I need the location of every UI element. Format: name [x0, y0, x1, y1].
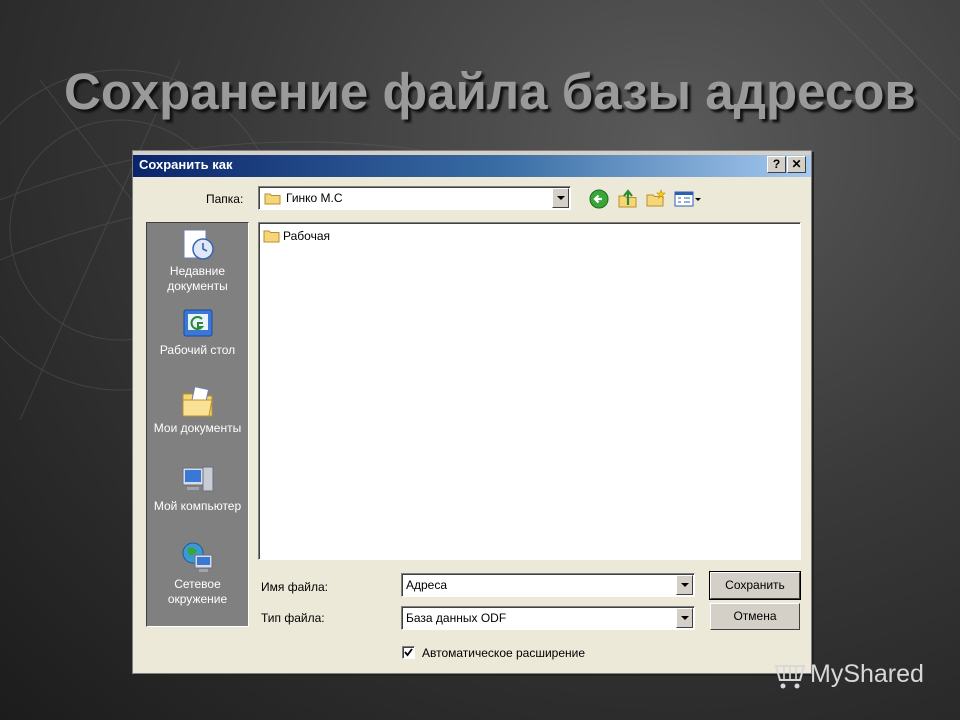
- folder-value: Гинко М.С: [286, 191, 343, 205]
- help-button[interactable]: ?: [767, 156, 786, 173]
- place-label: Недавние документы: [167, 264, 228, 293]
- place-recent-documents[interactable]: Недавние документы: [147, 228, 248, 294]
- dialog-titlebar[interactable]: Сохранить как ? ✕: [133, 151, 811, 177]
- place-my-documents[interactable]: Мои документы: [147, 385, 248, 436]
- back-icon[interactable]: [588, 188, 610, 210]
- checkmark-icon: [404, 648, 413, 657]
- auto-extension-label: Автоматическое расширение: [422, 646, 586, 660]
- my-computer-icon: [182, 466, 213, 492]
- place-my-computer[interactable]: Мой компьютер: [147, 463, 248, 514]
- place-desktop[interactable]: Рабочий стол: [147, 307, 248, 358]
- place-label: Рабочий стол: [159, 343, 236, 357]
- view-menu-icon[interactable]: [673, 188, 703, 210]
- chevron-down-icon[interactable]: [552, 188, 569, 208]
- file-name: Рабочая: [283, 229, 330, 243]
- place-label: Мои документы: [153, 421, 242, 435]
- file-list[interactable]: Рабочая: [258, 222, 801, 560]
- filename-value: Адреса: [406, 578, 448, 592]
- chevron-down-icon[interactable]: [676, 608, 693, 628]
- watermark: MyShared: [770, 656, 924, 692]
- auto-extension-checkbox[interactable]: [402, 646, 415, 659]
- place-label: Сетевое окружение: [167, 577, 228, 606]
- slide-title: Сохранение файла базы адресов: [64, 63, 916, 120]
- close-button[interactable]: ✕: [787, 156, 806, 173]
- places-bar: Недавние документы Рабочий стол Мои доку…: [146, 222, 249, 627]
- desktop-icon: [183, 309, 212, 337]
- watermark-text: MyShared: [810, 659, 924, 688]
- save-button[interactable]: Сохранить: [709, 571, 801, 600]
- place-network[interactable]: Сетевое окружение: [147, 541, 248, 607]
- filename-input[interactable]: Адреса: [401, 573, 695, 597]
- filetype-value: База данных ODF: [406, 611, 507, 625]
- dialog-title: Сохранить как: [139, 157, 233, 172]
- recent-documents-icon: [183, 229, 214, 260]
- my-documents-icon: [182, 386, 213, 417]
- myshared-logo-icon: [774, 665, 806, 689]
- folder-icon: [263, 230, 280, 243]
- filename-label: Имя файла:: [261, 580, 328, 594]
- filetype-label: Тип файла:: [261, 611, 325, 625]
- place-label: Мой компьютер: [153, 499, 242, 513]
- new-folder-icon[interactable]: [645, 188, 667, 210]
- list-item[interactable]: Рабочая: [263, 229, 330, 243]
- filetype-select[interactable]: База данных ODF: [401, 606, 695, 630]
- chevron-down-icon[interactable]: [676, 575, 693, 595]
- folder-select[interactable]: Гинко М.С: [258, 186, 571, 210]
- folder-icon: [264, 193, 281, 205]
- cancel-button[interactable]: Отмена: [710, 603, 800, 630]
- save-as-dialog: Сохранить как ? ✕ Папка: Гинко М.С Недав…: [132, 150, 812, 674]
- up-folder-icon[interactable]: [617, 188, 639, 210]
- folder-label: Папка:: [206, 192, 244, 206]
- network-icon: [182, 542, 212, 572]
